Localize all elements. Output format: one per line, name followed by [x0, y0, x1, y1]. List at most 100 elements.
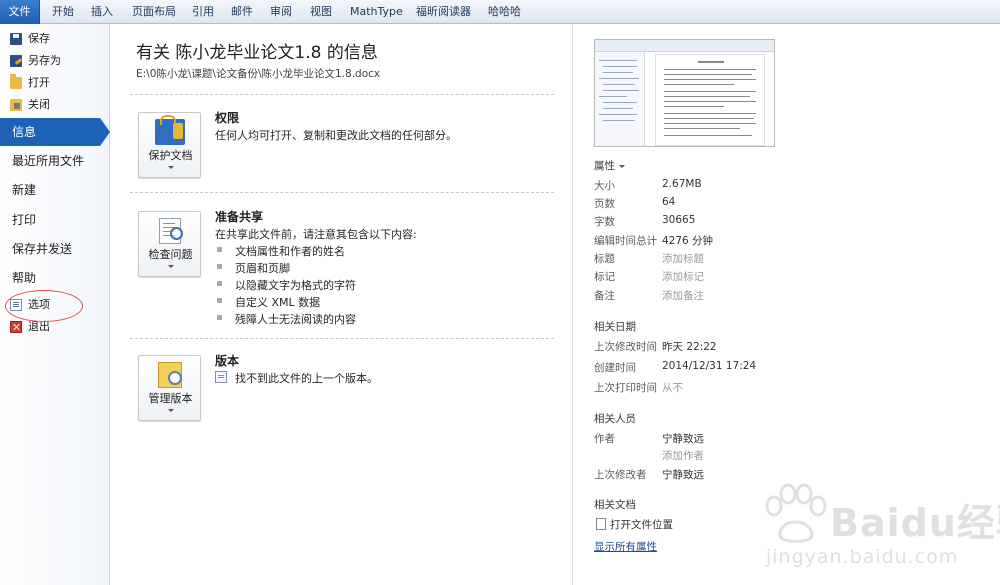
watermark-url: jingyan.baidu.com	[766, 546, 959, 568]
permissions-text: 任何人均可打开、复制和更改此文档的任何部分。	[215, 129, 457, 142]
thumbnail-ribbon	[595, 40, 774, 52]
check-for-issues-label: 检查问题	[148, 248, 193, 261]
section-divider	[130, 94, 554, 95]
author-value[interactable]: 宁静致远	[662, 431, 704, 446]
tab-review[interactable]: 审阅	[270, 0, 292, 24]
nav-open-label: 打开	[28, 76, 50, 89]
property-label: 大小	[594, 180, 615, 192]
info-main-panel: 有关 陈小龙毕业论文1.8 的信息 E:\0陈小龙\课题\论文备份\陈小龙毕业论…	[110, 24, 572, 585]
date-label: 创建时间	[594, 362, 636, 374]
tab-foxit-reader[interactable]: 福昕阅读器	[416, 0, 471, 24]
versions-text: 找不到此文件的上一个版本。	[235, 372, 378, 385]
property-value: 30665	[662, 214, 696, 226]
date-value: 2014/12/31 17:24	[662, 360, 757, 372]
watermark-logo-text: Baidu经验	[830, 501, 1000, 545]
check-for-issues-button[interactable]: 检查问题	[138, 211, 201, 277]
nav-info[interactable]: 信息	[0, 118, 110, 146]
permissions-title: 权限	[215, 111, 240, 125]
add-title-field[interactable]: 添加标题	[662, 251, 704, 266]
nav-save-as-label: 另存为	[28, 54, 61, 67]
list-bullet	[217, 264, 222, 269]
nav-save-label: 保存	[28, 32, 50, 45]
related-people-header: 相关人员	[594, 413, 636, 425]
add-author-link[interactable]: 添加作者	[662, 448, 704, 463]
save-icon	[10, 33, 22, 45]
property-label: 标题	[594, 253, 615, 265]
page-title: 有关 陈小龙毕业论文1.8 的信息	[136, 43, 378, 63]
document-preview-thumbnail[interactable]	[594, 39, 775, 147]
chevron-down-icon	[168, 166, 174, 169]
open-file-location-link[interactable]: 打开文件位置	[610, 517, 673, 532]
baidu-paw-icon	[765, 483, 827, 543]
property-label: 备注	[594, 290, 615, 302]
file-location-icon	[596, 518, 606, 530]
prepare-share-title: 准备共享	[215, 210, 264, 224]
tab-mathtype[interactable]: MathType	[350, 0, 403, 24]
annotation-highlight-circle	[5, 290, 83, 322]
property-label: 编辑时间总计	[594, 235, 657, 247]
properties-dropdown[interactable]: 属性	[594, 158, 625, 173]
property-value: 4276 分钟	[662, 235, 714, 247]
add-comments-field[interactable]: 添加备注	[662, 288, 704, 303]
list-item: 自定义 XML 数据	[235, 296, 321, 309]
prepare-share-text: 在共享此文件前，请注意其包含以下内容:	[215, 228, 417, 241]
document-versions-icon	[215, 371, 227, 383]
nav-new[interactable]: 新建	[0, 176, 110, 204]
list-item: 以隐藏文字为格式的字符	[235, 279, 356, 292]
list-item: 文档属性和作者的姓名	[235, 245, 345, 258]
date-value: 昨天 22:22	[662, 341, 717, 353]
versions-title: 版本	[215, 354, 240, 368]
property-label: 页数	[594, 198, 615, 210]
nav-print[interactable]: 打印	[0, 206, 110, 234]
exit-icon	[10, 321, 22, 333]
close-folder-icon	[10, 99, 22, 111]
last-modified-by-label: 上次修改者	[594, 469, 647, 481]
protect-document-button[interactable]: 保护文档	[138, 112, 201, 178]
tab-view[interactable]: 视图	[310, 0, 332, 24]
nav-save-send[interactable]: 保存并发送	[0, 235, 110, 263]
chevron-down-icon	[168, 409, 174, 412]
section-divider	[130, 192, 554, 193]
date-label: 上次打印时间	[594, 382, 657, 394]
panel-divider	[572, 24, 573, 585]
lock-icon	[155, 115, 185, 145]
properties-header: 属性	[594, 160, 615, 172]
section-divider	[130, 338, 554, 339]
nav-help[interactable]: 帮助	[0, 264, 110, 292]
open-folder-icon	[10, 74, 22, 89]
add-tags-field[interactable]: 添加标记	[662, 269, 704, 284]
show-all-properties-link[interactable]: 显示所有属性	[594, 539, 657, 554]
tab-references[interactable]: 引用	[192, 0, 214, 24]
tab-page-layout[interactable]: 页面布局	[132, 0, 176, 24]
chevron-down-icon	[168, 265, 174, 268]
date-label: 上次修改时间	[594, 341, 657, 353]
thumbnail-page	[655, 54, 765, 146]
list-bullet	[217, 315, 222, 320]
manage-versions-button[interactable]: 管理版本	[138, 355, 201, 421]
baidu-jingyan-watermark: Baidu经验 jingyan.baidu.com	[760, 478, 1000, 578]
manage-versions-label: 管理版本	[148, 392, 193, 405]
list-bullet	[217, 281, 222, 286]
last-modified-by-value[interactable]: 宁静致远	[662, 467, 704, 482]
tab-insert[interactable]: 插入	[91, 0, 113, 24]
tab-custom[interactable]: 哈哈哈	[488, 0, 521, 24]
related-documents-header: 相关文档	[594, 499, 636, 511]
tab-mailings[interactable]: 邮件	[231, 0, 253, 24]
protect-document-label: 保护文档	[148, 149, 193, 162]
author-label: 作者	[594, 433, 615, 445]
list-bullet	[217, 247, 222, 252]
date-value: 从不	[662, 382, 683, 394]
list-item: 页眉和页脚	[235, 262, 290, 275]
ribbon-tab-strip: 文件 开始 插入 页面布局 引用 邮件 审阅 视图 MathType 福昕阅读器…	[0, 0, 1000, 24]
list-item: 残障人士无法阅读的内容	[235, 313, 356, 326]
tab-file[interactable]: 文件	[0, 0, 40, 24]
manage-versions-icon	[158, 362, 182, 388]
property-value: 64	[662, 196, 676, 208]
save-as-icon	[10, 55, 22, 67]
property-label: 字数	[594, 216, 615, 228]
property-value: 2.67MB	[662, 178, 702, 190]
list-bullet	[217, 298, 222, 303]
nav-recent[interactable]: 最近所用文件	[0, 147, 110, 175]
tab-home[interactable]: 开始	[52, 0, 74, 24]
file-path: E:\0陈小龙\课题\论文备份\陈小龙毕业论文1.8.docx	[136, 68, 381, 80]
